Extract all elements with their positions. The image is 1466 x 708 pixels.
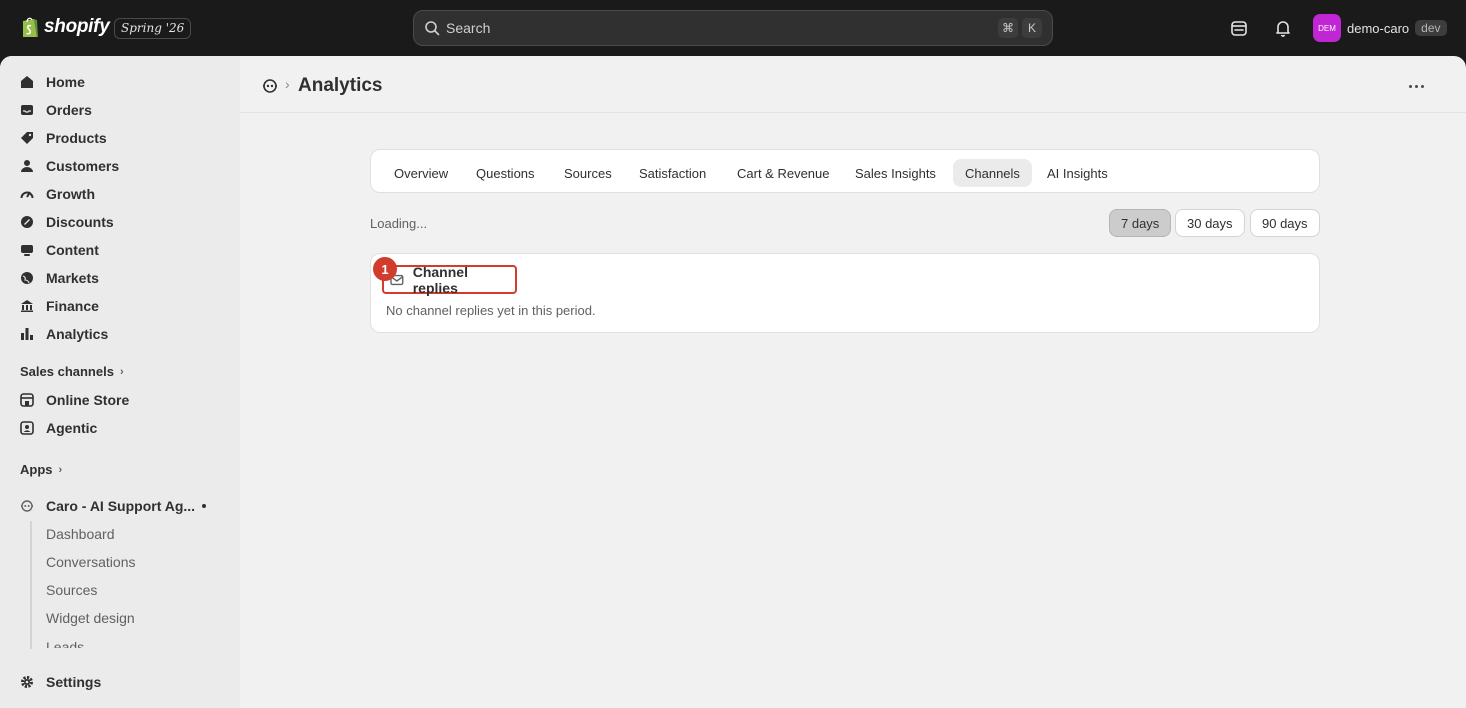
sidebar-item-home[interactable]: Home (20, 68, 85, 96)
gauge-icon (20, 191, 34, 199)
submenu-line (30, 521, 32, 649)
tag-icon (21, 132, 33, 144)
unread-dot (202, 504, 206, 508)
bell-icon[interactable] (1273, 18, 1293, 38)
search-bar[interactable]: Search ⌘ K (413, 10, 1053, 46)
breadcrumb-chevron-icon: › (285, 76, 290, 92)
storefront-icon[interactable] (1229, 18, 1249, 38)
chevron-right-icon: › (58, 463, 63, 476)
store-icon (20, 393, 34, 407)
sidebar-item-online-store[interactable]: Online Store (20, 386, 129, 414)
bank-icon (21, 300, 33, 312)
sidebar-item-label: Finance (46, 298, 99, 314)
sidebar-item-label: Growth (46, 186, 95, 202)
annotation-marker: 1 (373, 257, 397, 281)
page-title: Analytics (298, 75, 383, 96)
agent-icon (20, 421, 34, 435)
tab-overview[interactable]: Overview (382, 159, 460, 187)
sidebar-item-label: Content (46, 242, 99, 258)
robot-icon (21, 500, 33, 512)
channel-replies-card: Channel replies 1 No channel replies yet… (370, 253, 1320, 333)
content-icon (21, 245, 33, 256)
tab-sales-insights[interactable]: Sales Insights (843, 159, 948, 187)
page-header: › Analytics (240, 56, 1466, 113)
sidebar-subitem-conversations[interactable]: Conversations (46, 554, 136, 570)
sidebar-item-label: Online Store (46, 392, 130, 408)
user-menu[interactable]: DEM demo-caro dev (1313, 14, 1447, 42)
top-bar: shopify Spring '26 Search ⌘ K DEM demo-c… (0, 0, 1466, 56)
more-actions-button[interactable] (1402, 74, 1430, 98)
search-placeholder: Search (446, 20, 491, 36)
release-badge[interactable]: Spring '26 (114, 18, 192, 39)
chevron-right-icon: › (119, 365, 124, 378)
store-name: demo-caro (1347, 20, 1410, 36)
sidebar-subitem-widget-design[interactable]: Widget design (46, 610, 135, 626)
loading-text: Loading... (370, 216, 428, 231)
k-key: K (1022, 18, 1042, 38)
apps-label: Apps (20, 462, 53, 477)
sidebar-item-agentic[interactable]: Agentic (20, 414, 97, 442)
sidebar-item-label: Agentic (46, 420, 98, 436)
sales-channels-label: Sales channels (20, 364, 114, 379)
sidebar: Home Orders Products Customers Growth Di… (0, 56, 240, 708)
tab-sources[interactable]: Sources (552, 159, 624, 187)
dot-icon (1414, 84, 1418, 88)
tab-cart-revenue[interactable]: Cart & Revenue (725, 159, 842, 187)
gear-icon (21, 676, 33, 688)
sidebar-item-label: Home (46, 74, 85, 90)
sidebar-item-growth[interactable]: Growth (20, 180, 95, 208)
shopify-bag-icon (23, 17, 38, 37)
inbox-icon (21, 105, 33, 115)
dot-icon (1408, 84, 1412, 88)
home-icon (21, 76, 33, 88)
sidebar-item-discounts[interactable]: Discounts (20, 208, 114, 236)
sidebar-subitem-dashboard[interactable]: Dashboard (46, 526, 115, 542)
sidebar-item-label: Analytics (46, 326, 109, 342)
sidebar-item-orders[interactable]: Orders (20, 96, 92, 124)
sidebar-item-products[interactable]: Products (20, 124, 107, 152)
sales-channels-heading[interactable]: Sales channels › (20, 364, 124, 379)
person-icon (21, 160, 33, 172)
shopify-logo[interactable]: shopify (20, 15, 110, 39)
app-robot-icon[interactable] (262, 78, 278, 94)
sidebar-item-label: Discounts (46, 214, 114, 230)
sidebar-item-caro-app[interactable]: Caro - AI Support Ag... (20, 492, 195, 520)
sidebar-item-finance[interactable]: Finance (20, 292, 99, 320)
range-30-days-button[interactable]: 30 days (1175, 209, 1245, 237)
empty-state-text: No channel replies yet in this period. (386, 303, 596, 318)
bar-chart-icon (21, 328, 33, 340)
apps-heading[interactable]: Apps › (20, 462, 62, 477)
range-90-days-button[interactable]: 90 days (1250, 209, 1320, 237)
sidebar-item-settings[interactable]: Settings (20, 668, 101, 696)
card-title: Channel replies (412, 263, 468, 296)
tab-ai-insights[interactable]: AI Insights (1035, 159, 1120, 187)
sidebar-item-analytics[interactable]: Analytics (20, 320, 108, 348)
sidebar-item-customers[interactable]: Customers (20, 152, 119, 180)
tab-channels[interactable]: Channels (953, 159, 1032, 187)
sidebar-item-label: Orders (46, 102, 92, 118)
search-icon (425, 21, 440, 36)
brand-name: shopify (44, 16, 110, 37)
sidebar-item-label: Markets (46, 270, 99, 286)
card-header-highlight[interactable]: Channel replies (382, 263, 517, 296)
globe-icon (21, 272, 33, 284)
sidebar-item-label: Settings (46, 674, 102, 690)
tab-satisfaction[interactable]: Satisfaction (627, 159, 718, 187)
dev-badge: dev (1415, 20, 1447, 36)
analytics-tabs: Overview Questions Sources Satisfaction … (370, 149, 1320, 193)
sidebar-subitem-sources[interactable]: Sources (46, 582, 97, 598)
sidebar-item-label: Customers (46, 158, 120, 174)
command-key: ⌘ (998, 18, 1018, 38)
dot-icon (1420, 84, 1424, 88)
sidebar-item-content[interactable]: Content (20, 236, 99, 264)
avatar: DEM (1313, 14, 1341, 42)
range-7-days-button[interactable]: 7 days (1109, 209, 1172, 237)
sidebar-subitem-leads[interactable]: Leads (46, 638, 84, 648)
sidebar-item-markets[interactable]: Markets (20, 264, 99, 292)
discount-icon (21, 216, 33, 228)
sidebar-item-label: Caro - AI Support Ag... (46, 498, 196, 514)
sidebar-item-label: Products (46, 130, 107, 146)
tab-questions[interactable]: Questions (464, 159, 547, 187)
